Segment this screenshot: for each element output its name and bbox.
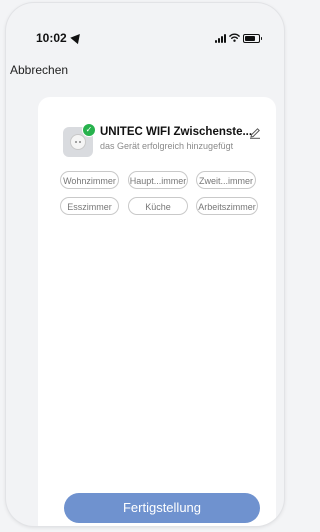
room-chip-wohnzimmer[interactable]: Wohnzimmer — [60, 171, 119, 189]
edit-pencil-icon[interactable] — [249, 127, 261, 139]
battery-icon — [243, 34, 262, 43]
room-chip-esszimmer[interactable]: Esszimmer — [60, 197, 119, 215]
cancel-button[interactable]: Abbrechen — [10, 63, 68, 77]
location-arrow-icon — [70, 30, 84, 45]
signal-icon — [215, 34, 226, 43]
wifi-icon — [229, 33, 240, 42]
finish-button[interactable]: Fertigstellung — [64, 493, 260, 523]
room-chip-arbeitszimmer[interactable]: Arbeitszimmer — [196, 197, 258, 215]
device-status: das Gerät erfolgreich hinzugefügt — [100, 141, 234, 151]
checkmark-icon: ✓ — [82, 123, 96, 137]
device-name: UNITEC WIFI Zwischenste... — [100, 126, 253, 138]
room-chip-zweitschlafzimmer[interactable]: Zweit...immer — [196, 171, 256, 189]
status-bar: 10:02 — [36, 30, 264, 49]
room-chip-hauptschlafzimmer[interactable]: Haupt...immer — [128, 171, 188, 189]
room-chip-kueche[interactable]: Küche — [128, 197, 188, 215]
phone-screen: 10:02 Abbrechen ✓ UNITEC WIFI Zwischenst… — [6, 3, 284, 526]
status-time: 10:02 — [36, 31, 67, 45]
device-added-card: ✓ UNITEC WIFI Zwischenste... das Gerät e… — [38, 97, 276, 526]
